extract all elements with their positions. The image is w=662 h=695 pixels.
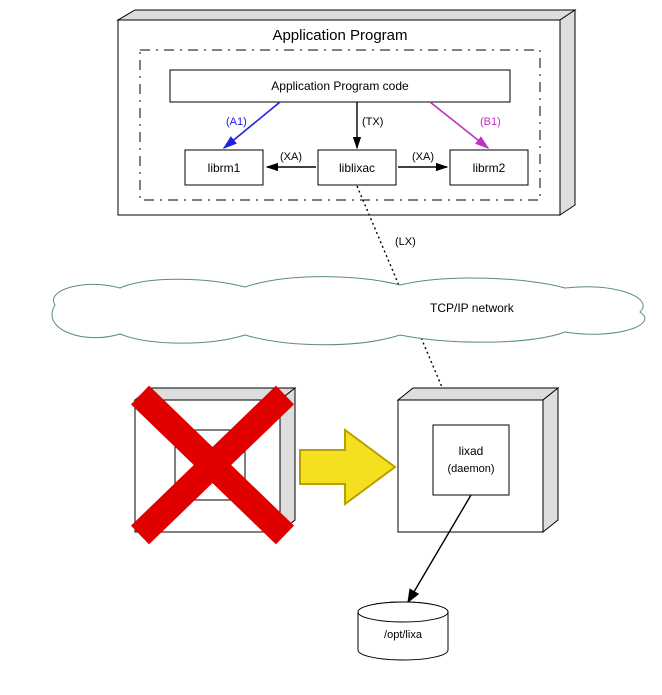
label-lx: (LX): [395, 236, 416, 248]
architecture-diagram: Application Program Application Program …: [0, 0, 662, 695]
librm1-label: librm1: [208, 161, 241, 175]
daemon-line2: (daemon): [447, 463, 494, 475]
daemon-box: [433, 425, 509, 495]
label-tx: (TX): [362, 116, 383, 128]
network-cloud: [52, 277, 645, 345]
label-a1: (A1): [226, 116, 247, 128]
daemon-host: lixad (daemon): [398, 388, 558, 532]
librm2-label: librm2: [473, 161, 506, 175]
disk-label: /opt/lixa: [384, 629, 423, 641]
migration-arrow-icon: [300, 430, 395, 504]
liblixac-label: liblixac: [339, 161, 375, 175]
daemon-line1: lixad: [459, 444, 484, 458]
network-label: TCP/IP network: [430, 301, 515, 315]
failed-host: [135, 388, 295, 535]
label-xa-left: (XA): [280, 151, 302, 163]
app-title: Application Program: [272, 27, 407, 44]
label-b1: (B1): [480, 116, 501, 128]
disk-icon: /opt/lixa: [358, 602, 448, 660]
label-xa-right: (XA): [412, 151, 434, 163]
app-code-label: Application Program code: [271, 79, 409, 93]
